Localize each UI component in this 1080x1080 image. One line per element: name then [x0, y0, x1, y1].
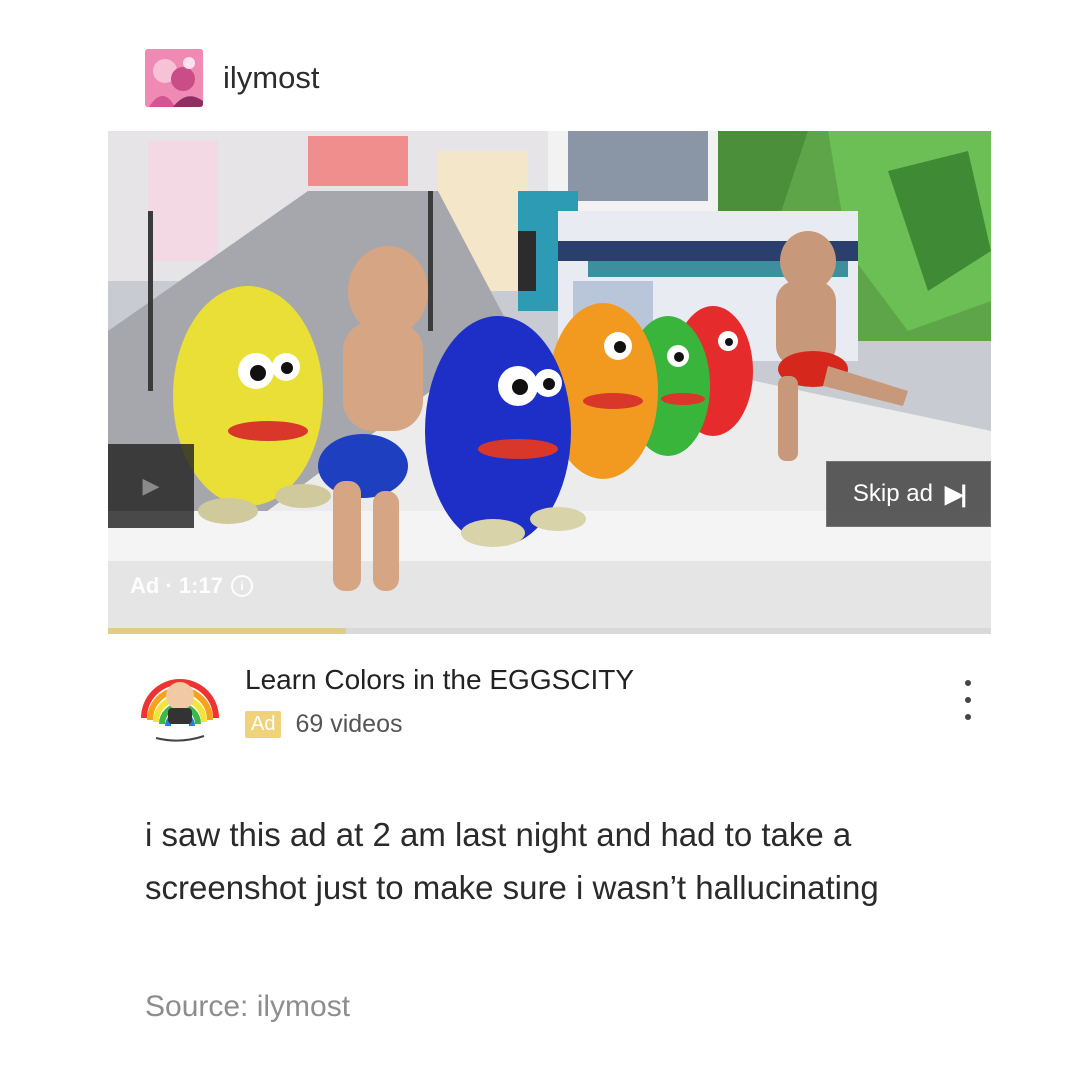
post-caption: i saw this ad at 2 am last night and had… [145, 816, 879, 906]
skip-next-icon: ▶| [944, 480, 967, 508]
progress-bar[interactable] [108, 628, 991, 634]
channel-title[interactable]: Learn Colors in the EGGSCITY [245, 664, 634, 696]
more-vertical-icon[interactable] [958, 680, 978, 720]
post-header: ilymost [145, 48, 319, 108]
skip-ad-button[interactable]: Skip ad ▶| [826, 461, 991, 527]
channel-subline: Ad 69 videos [245, 710, 403, 739]
channel-avatar[interactable] [138, 664, 222, 748]
play-prev-icon: ▶ [142, 473, 160, 498]
info-icon[interactable]: i [230, 575, 253, 597]
video-frame [108, 131, 991, 628]
progress-fill [108, 628, 347, 634]
channel-row[interactable]: Learn Colors in the EGGSCITY Ad 69 video… [138, 660, 988, 760]
video-count: 69 videos [295, 710, 403, 738]
username[interactable]: ilymost [223, 60, 319, 96]
play-prev-button[interactable]: ▶ [108, 444, 194, 528]
post-source[interactable]: Source: ilymost [145, 990, 350, 1024]
skip-ad-label: Skip ad [852, 480, 933, 507]
video-player[interactable]: ▶ Skip ad ▶| Ad · 1:17 i [108, 131, 991, 628]
ad-badge: Ad [245, 711, 282, 738]
user-avatar-icon[interactable] [145, 49, 203, 107]
ad-time-label: Ad · 1:17 [130, 573, 223, 598]
ad-time-indicator: Ad · 1:17 i [130, 573, 253, 599]
